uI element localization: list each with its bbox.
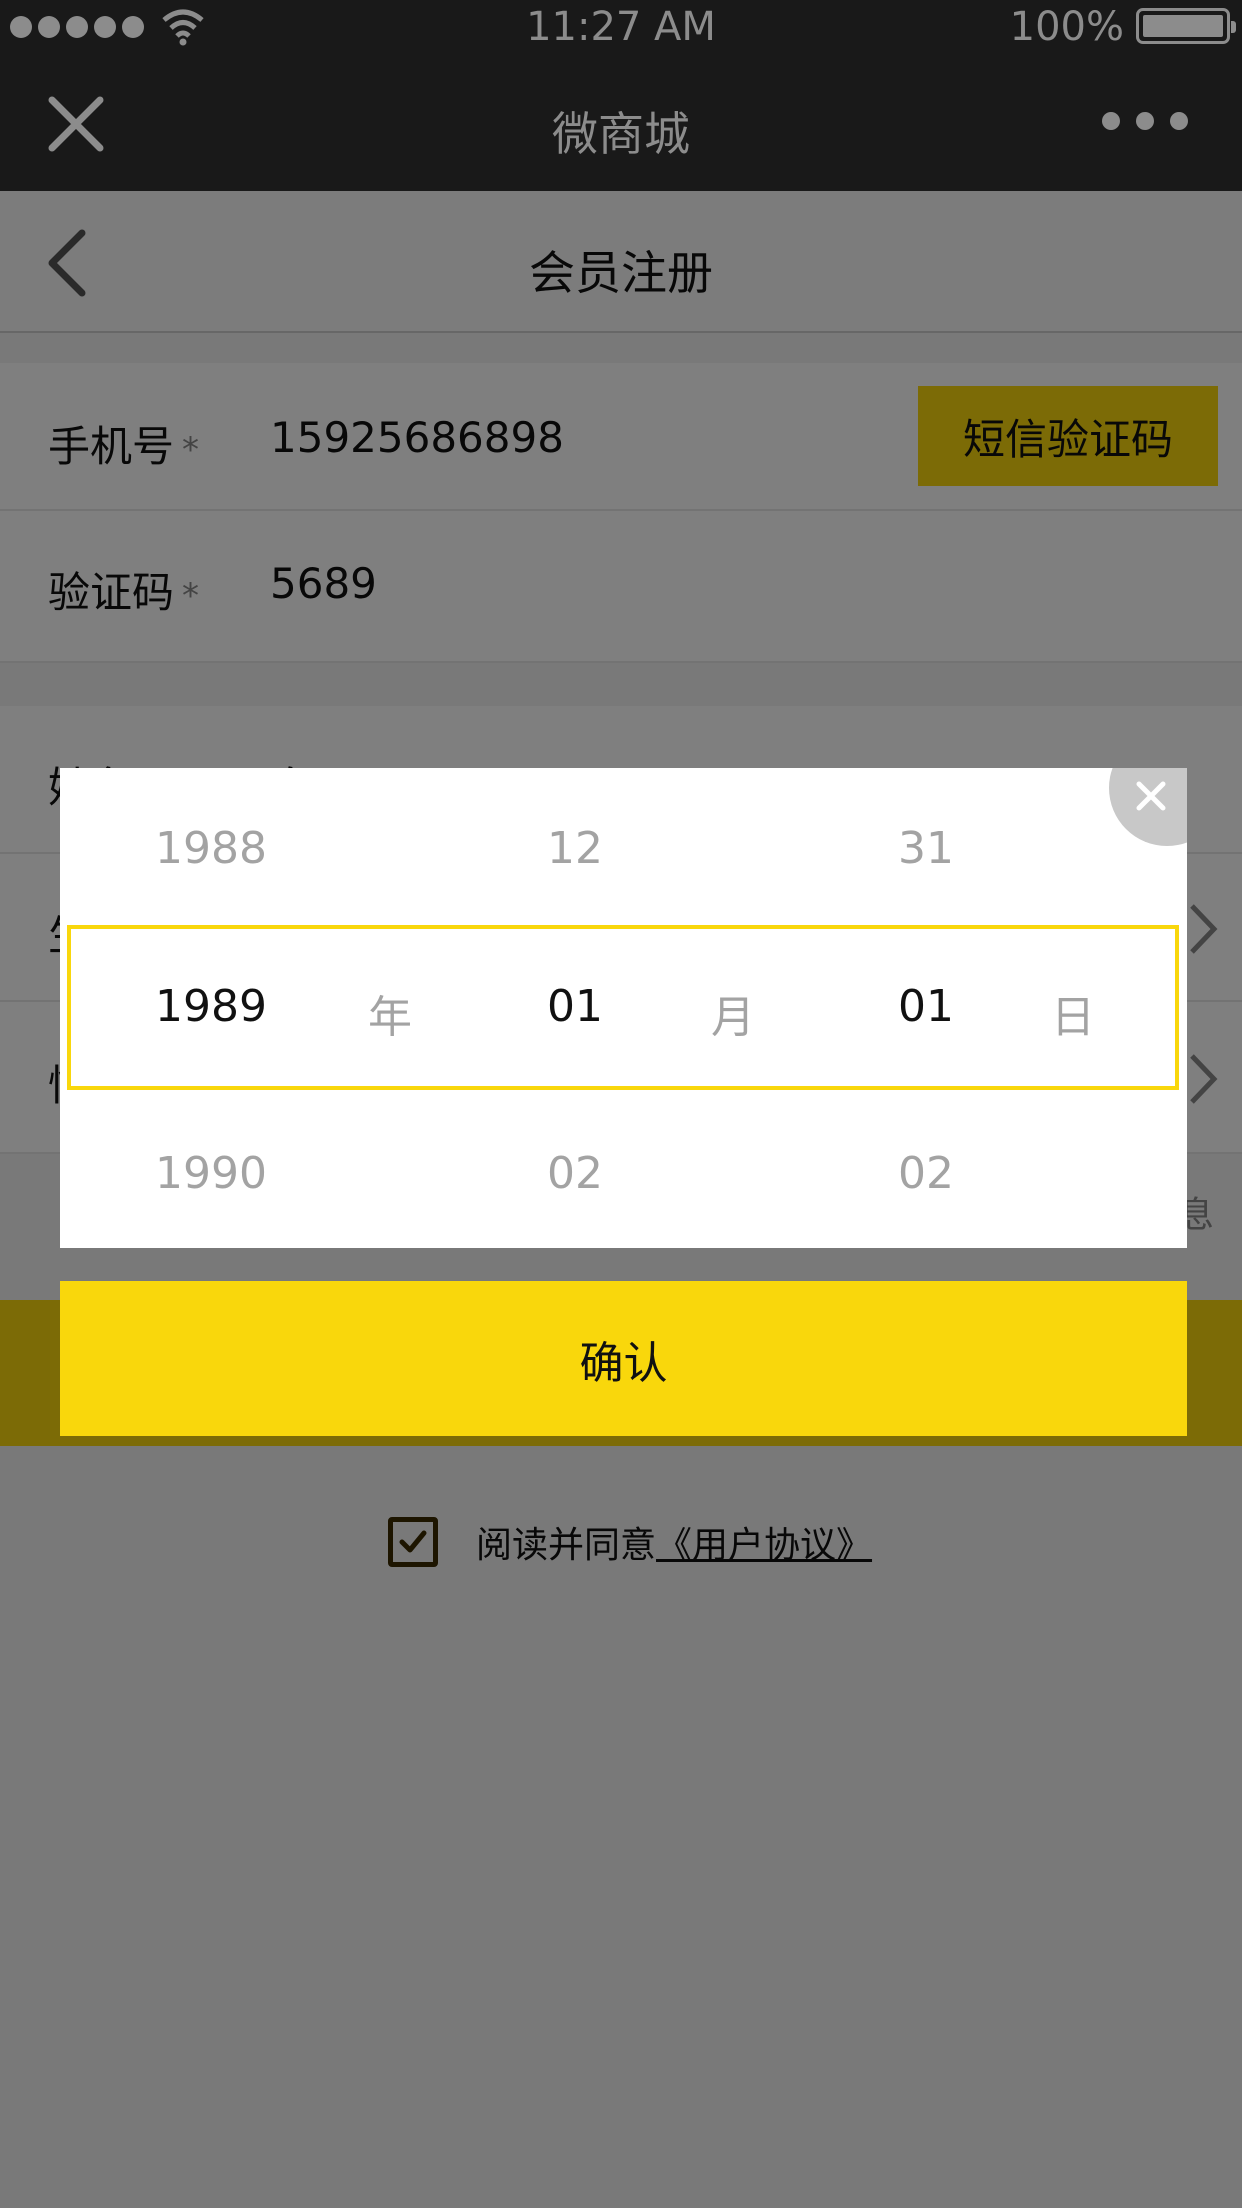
day-option[interactable]: 31: [826, 823, 1026, 874]
day-option-selected[interactable]: 01: [826, 981, 1026, 1032]
month-option[interactable]: 12: [475, 823, 675, 874]
more-options-icon[interactable]: [1102, 112, 1188, 130]
month-unit-label: 月: [711, 992, 755, 1043]
status-bar: 11:27 AM 100%: [0, 0, 1242, 52]
month-option-selected[interactable]: 01: [475, 981, 675, 1032]
wechat-nav-title: 微商城: [552, 107, 690, 161]
battery-percentage: 100%: [1009, 4, 1124, 50]
close-icon: [1136, 781, 1166, 811]
confirm-button[interactable]: 确认: [60, 1281, 1187, 1436]
day-unit-label: 日: [1051, 992, 1095, 1043]
year-option[interactable]: 1990: [111, 1148, 311, 1199]
wechat-nav-bar: 微商城: [0, 52, 1242, 191]
year-option[interactable]: 1988: [111, 823, 311, 874]
year-unit-label: 年: [368, 992, 412, 1043]
picker-close-button[interactable]: [1109, 768, 1187, 846]
day-option[interactable]: 02: [826, 1148, 1026, 1199]
date-picker: 1988 1989 1990 年 12 01 02 月 31 01 02 日: [60, 768, 1187, 1248]
battery-icon: [1136, 8, 1236, 44]
month-option[interactable]: 02: [475, 1148, 675, 1199]
year-option-selected[interactable]: 1989: [111, 981, 311, 1032]
